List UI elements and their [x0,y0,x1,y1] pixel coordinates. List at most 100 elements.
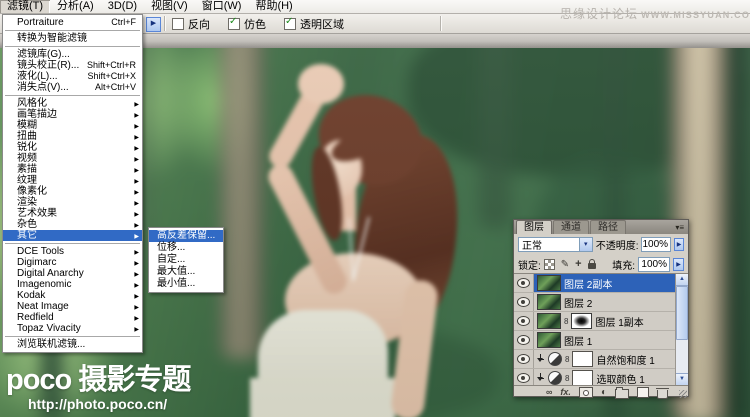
filter-menu-item-32[interactable]: 浏览联机滤镜... [3,339,142,350]
lock-transparent-icon[interactable] [543,258,555,270]
filter-menu-item-20[interactable]: 杂色 ▶ [3,219,142,230]
layer-row-2[interactable]: 8 图层 1副本 [514,312,676,331]
layer-style-icon[interactable] [560,387,571,398]
filter-menu-item-25[interactable]: Digital Anarchy ▶ [3,268,142,279]
filter-menu-item-13[interactable]: 锐化 ▶ [3,142,142,153]
layer-row-1[interactable]: 图层 2 [514,293,676,312]
fill-input[interactable]: 100% [638,256,670,272]
submenu-item-2[interactable]: 自定... [149,254,223,266]
layer-row-3[interactable]: 图层 1 [514,331,676,350]
scroll-up-icon[interactable]: ▲ [676,274,688,286]
panel-tab-1[interactable]: 通道 [553,220,589,234]
new-layer-icon[interactable] [636,387,649,398]
menubar-item-1[interactable]: 分析(A) [50,0,101,13]
visibility-toggle[interactable] [514,293,534,311]
filter-menu-item-9[interactable]: 风格化 ▶ [3,98,142,109]
fill-slider-button[interactable]: ▶ [673,257,684,271]
site-watermark-en: WWW.MISSYUAN.COM [641,10,750,20]
submenu-item-3[interactable]: 最大值... [149,266,223,278]
delete-layer-icon[interactable] [655,387,669,399]
filter-menu-item-29[interactable]: Redfield ▶ [3,312,142,323]
filter-menu-item-23[interactable]: DCE Tools ▶ [3,246,142,257]
filter-menu-item-10[interactable]: 画笔描边 ▶ [3,109,142,120]
option-checkbox-1[interactable]: 仿色 [228,16,266,32]
layer-row-body[interactable]: 图层 1 [534,331,676,349]
panel-tab-0[interactable]: 图层 [516,220,552,234]
submenu-item-label: 最大值... [157,266,196,277]
filter-menu-item-11[interactable]: 模糊 ▶ [3,120,142,131]
resize-grip[interactable] [679,390,687,398]
option-checkbox-0[interactable]: 反向 [172,16,210,32]
filter-menu-item-14[interactable]: 视频 ▶ [3,153,142,164]
lock-brush-icon[interactable] [561,259,569,270]
filter-menu-item-19[interactable]: 艺术效果 ▶ [3,208,142,219]
scroll-down-icon[interactable]: ▼ [676,373,688,385]
menu-shortcut: Shift+Ctrl+X [87,71,136,81]
visibility-toggle[interactable] [514,369,534,385]
clipping-mask-icon [537,373,545,383]
visibility-toggle[interactable] [514,312,534,330]
layer-row-5[interactable]: 8 选取颜色 1 [514,369,676,386]
filter-menu-item-6[interactable]: 液化(L)... Shift+Ctrl+X [3,71,142,82]
visibility-toggle[interactable] [514,350,534,368]
filter-menu-item-30[interactable]: Topaz Vivacity ▶ [3,323,142,334]
layer-name: 选取颜色 1 [596,374,645,386]
chevron-down-icon[interactable]: ▾ [578,238,592,251]
submenu-item-4[interactable]: 最小值... [149,278,223,290]
layer-row-0[interactable]: 图层 2副本 [514,274,676,293]
filter-menu-item-label: Kodak [17,290,46,301]
filter-menu-item-28[interactable]: Neat Image ▶ [3,301,142,312]
filter-menu-item-4[interactable]: 滤镜库(G)... [3,49,142,60]
lock-all-icon[interactable] [587,259,596,269]
scrollbar-thumb[interactable] [676,286,688,340]
unchecked-checkbox-icon[interactable] [172,17,184,30]
layer-row-body[interactable]: 图层 2 [534,293,676,311]
submenu-item-1[interactable]: 位移... [149,242,223,254]
filter-menu-item-5[interactable]: 镜头校正(R)... Shift+Ctrl+R [3,60,142,71]
filter-menu-item-16[interactable]: 纹理 ▶ [3,175,142,186]
filter-menu-item-12[interactable]: 扭曲 ▶ [3,131,142,142]
new-group-icon[interactable] [614,387,629,399]
blend-mode-select[interactable]: 正常 ▾ [518,237,593,252]
layer-row-4[interactable]: 8 自然饱和度 1 [514,350,676,369]
visibility-toggle[interactable] [514,331,534,349]
filter-menu-item-18[interactable]: 渲染 ▶ [3,197,142,208]
filter-menu-item-21[interactable]: 其它 ▶ [3,230,142,241]
filter-menu-item-17[interactable]: 像素化 ▶ [3,186,142,197]
filter-menu-item-label: 视频 [17,153,37,164]
opacity-input[interactable]: 100% [641,237,672,252]
checked-checkbox-icon[interactable] [284,16,296,30]
menubar-item-5[interactable]: 帮助(H) [248,0,299,13]
layer-row-body[interactable]: 8 图层 1副本 [534,312,676,330]
menubar-item-0[interactable]: 滤镜(T) [0,0,51,13]
checked-checkbox-icon[interactable] [228,16,240,30]
filter-menu-item-27[interactable]: Kodak ▶ [3,290,142,301]
filter-menu-item-26[interactable]: Imagenomic ▶ [3,279,142,290]
gradient-picker-arrow-button[interactable]: ▶ [146,17,161,32]
layer-thumbnail [537,313,561,329]
submenu-item-0[interactable]: 高反差保留... [149,230,223,242]
layer-row-body[interactable]: 图层 2副本 [534,274,676,292]
link-layers-icon[interactable] [546,387,552,398]
panel-tab-2[interactable]: 路径 [590,220,626,234]
layer-row-body[interactable]: 8 自然饱和度 1 [534,350,676,368]
menubar-item-4[interactable]: 窗口(W) [195,0,249,13]
visibility-toggle[interactable] [514,274,534,292]
option-checkbox-2[interactable]: 透明区域 [284,16,344,32]
add-mask-icon[interactable] [578,387,593,398]
menubar-item-2[interactable]: 3D(D) [101,0,144,13]
filter-menu-item-15[interactable]: 素描 ▶ [3,164,142,175]
submenu-item-label: 位移... [157,242,186,253]
filter-menu-item-0[interactable]: Portraiture Ctrl+F [3,17,142,28]
layer-row-body[interactable]: 8 选取颜色 1 [534,369,676,386]
filter-menu-item-2[interactable]: 转换为智能滤镜 [3,33,142,44]
opacity-slider-button[interactable]: ▶ [674,238,684,251]
layer-list-scrollbar[interactable]: ▲ ▼ [675,274,688,385]
filter-menu-item-7[interactable]: 消失点(V)... Alt+Ctrl+V [3,82,142,93]
panel-menu-icon[interactable]: ▾≡ [675,221,688,234]
filter-menu-item-24[interactable]: Digimarc ▶ [3,257,142,268]
lock-position-icon[interactable] [575,258,581,270]
layer-name: 图层 2副本 [564,279,613,291]
new-adjustment-icon[interactable] [601,387,607,398]
menubar-item-3[interactable]: 视图(V) [144,0,195,13]
